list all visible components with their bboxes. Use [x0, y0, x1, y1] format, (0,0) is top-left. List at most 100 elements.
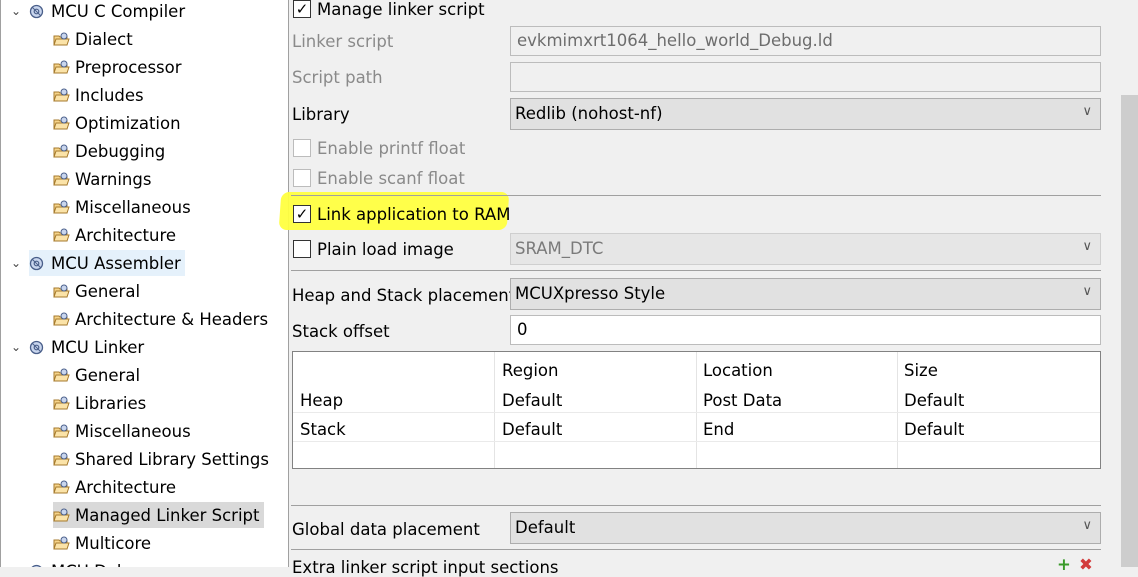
- plain-load-image-select[interactable]: SRAM_DTC ∨: [510, 233, 1101, 265]
- tree-item[interactable]: Architecture: [53, 474, 176, 500]
- tree-item-label: Managed Linker Script: [75, 505, 260, 525]
- settings-folder-icon: [53, 284, 70, 299]
- stack-offset-label: Stack offset: [292, 322, 390, 341]
- settings-folder-icon: [53, 116, 70, 131]
- settings-folder-icon: [53, 396, 70, 411]
- tree-item-label: Preprocessor: [75, 57, 182, 77]
- settings-folder-icon: [53, 368, 70, 383]
- manage-linker-script-checkbox[interactable]: ✓: [293, 0, 311, 18]
- tree-item-label: MCU C Compiler: [51, 1, 186, 21]
- tool-gear-icon: [29, 256, 46, 271]
- heap-stack-label: Heap and Stack placement: [292, 286, 516, 305]
- scrollbar-thumb[interactable]: [1121, 95, 1138, 567]
- link-to-ram-label: Link application to RAM: [317, 205, 511, 224]
- cell-region: Default: [502, 420, 563, 439]
- tree-item[interactable]: Includes: [53, 82, 144, 108]
- tool-gear-icon: [29, 340, 46, 355]
- global-data-value: Default: [515, 518, 576, 537]
- tree-item-label: Architecture: [75, 225, 177, 245]
- chevron-down-icon[interactable]: ⌄: [11, 256, 23, 270]
- linker-script-field[interactable]: evkmimxrt1064_hello_world_Debug.ld: [510, 26, 1101, 56]
- settings-folder-icon: [53, 60, 70, 75]
- column-header-location[interactable]: Location: [703, 361, 773, 380]
- separator: [291, 195, 1101, 196]
- settings-folder-icon: [53, 480, 70, 495]
- enable-scanf-float-checkbox[interactable]: [293, 169, 311, 187]
- tree-item[interactable]: Miscellaneous: [53, 194, 191, 220]
- tree-item-label: Includes: [75, 85, 144, 105]
- tree-item[interactable]: Multicore: [53, 530, 151, 556]
- tree-item[interactable]: Dialect: [53, 26, 133, 52]
- heap-stack-value: MCUXpresso Style: [515, 284, 666, 303]
- separator: [291, 549, 1101, 550]
- cell-region: Default: [502, 391, 563, 410]
- tree-item[interactable]: MCU C Compiler: [29, 0, 185, 24]
- settings-tree: ⌄ MCU C Compiler Dialect Preprocessor Includ…: [0, 0, 289, 567]
- tree-item[interactable]: Debugging: [53, 138, 165, 164]
- column-header-region[interactable]: Region: [502, 361, 559, 380]
- manage-linker-script-label: Manage linker script: [317, 0, 485, 19]
- script-path-label: Script path: [292, 68, 383, 87]
- cell-location: End: [703, 420, 735, 439]
- tree-item-label: Miscellaneous: [75, 197, 191, 217]
- tool-gear-icon: [29, 564, 46, 567]
- settings-folder-icon: [53, 452, 70, 467]
- library-value: Redlib (nohost-nf): [515, 104, 663, 123]
- settings-folder-icon: [53, 508, 70, 523]
- tree-item[interactable]: Optimization: [53, 110, 181, 136]
- linker-script-label: Linker script: [292, 32, 394, 51]
- enable-printf-float-checkbox[interactable]: [293, 139, 311, 157]
- tree-item[interactable]: Managed Linker Script: [53, 502, 264, 528]
- tree-item-label: Debugging: [75, 141, 166, 161]
- link-to-ram-checkbox[interactable]: ✓: [293, 205, 311, 223]
- tree-item-label: Dialect: [75, 29, 133, 49]
- plain-load-value: SRAM_DTC: [515, 239, 604, 258]
- script-path-field[interactable]: [510, 62, 1101, 92]
- tree-item[interactable]: Preprocessor: [53, 54, 182, 80]
- cell-size: Default: [904, 420, 965, 439]
- tree-item-label: Optimization: [75, 113, 181, 133]
- global-data-select[interactable]: Default ∨: [510, 512, 1101, 544]
- column-header-size[interactable]: Size: [904, 361, 938, 380]
- settings-folder-icon: [53, 172, 70, 187]
- tree-item-label: Warnings: [75, 169, 152, 189]
- tree-item[interactable]: Warnings: [53, 166, 151, 192]
- tree-item[interactable]: Architecture: [53, 222, 176, 248]
- stack-offset-field[interactable]: 0: [510, 315, 1101, 345]
- tree-item[interactable]: General: [53, 362, 140, 388]
- tree-item[interactable]: Architecture & Headers: [53, 306, 268, 332]
- settings-folder-icon: [53, 228, 70, 243]
- tree-item-label: Libraries: [75, 393, 147, 413]
- settings-folder-icon: [53, 536, 70, 551]
- cell-name: Stack: [300, 420, 346, 439]
- plain-load-image-checkbox[interactable]: [293, 240, 311, 258]
- separator: [291, 505, 1101, 506]
- heap-stack-table: Region Location Size Heap Default Post D…: [292, 351, 1101, 469]
- tree-item-label: Multicore: [75, 533, 152, 553]
- chevron-down-icon: ∨: [1082, 239, 1092, 254]
- tree-item[interactable]: Libraries: [53, 390, 146, 416]
- tree-item-label: MCU Debugger: [51, 562, 176, 568]
- chevron-down-icon[interactable]: ⌄: [11, 340, 23, 354]
- library-select[interactable]: Redlib (nohost-nf) ∨: [510, 98, 1101, 130]
- tree-item[interactable]: MCU Debugger: [29, 558, 176, 567]
- separator: [291, 270, 1101, 271]
- delete-icon[interactable]: ✖: [1079, 555, 1093, 574]
- tree-item-label: MCU Linker: [51, 337, 145, 357]
- tree-item[interactable]: Shared Library Settings: [53, 446, 269, 472]
- heap-stack-select[interactable]: MCUXpresso Style ∨: [510, 278, 1101, 310]
- add-icon[interactable]: +: [1057, 555, 1071, 574]
- chevron-down-icon: ∨: [1082, 104, 1092, 119]
- chevron-down-icon[interactable]: ⌄: [11, 4, 23, 18]
- tree-item-label: General: [75, 365, 141, 385]
- tool-gear-icon: [29, 4, 46, 19]
- tree-item[interactable]: MCU Linker: [29, 334, 144, 360]
- enable-printf-float-label: Enable printf float: [317, 139, 466, 158]
- tree-item[interactable]: MCU Assembler: [29, 250, 185, 276]
- settings-folder-icon: [53, 32, 70, 47]
- tree-item[interactable]: General: [53, 278, 140, 304]
- cell-name: Heap: [300, 391, 344, 410]
- global-data-label: Global data placement: [292, 520, 480, 539]
- tree-item[interactable]: Miscellaneous: [53, 418, 191, 444]
- tree-item-label: Miscellaneous: [75, 421, 191, 441]
